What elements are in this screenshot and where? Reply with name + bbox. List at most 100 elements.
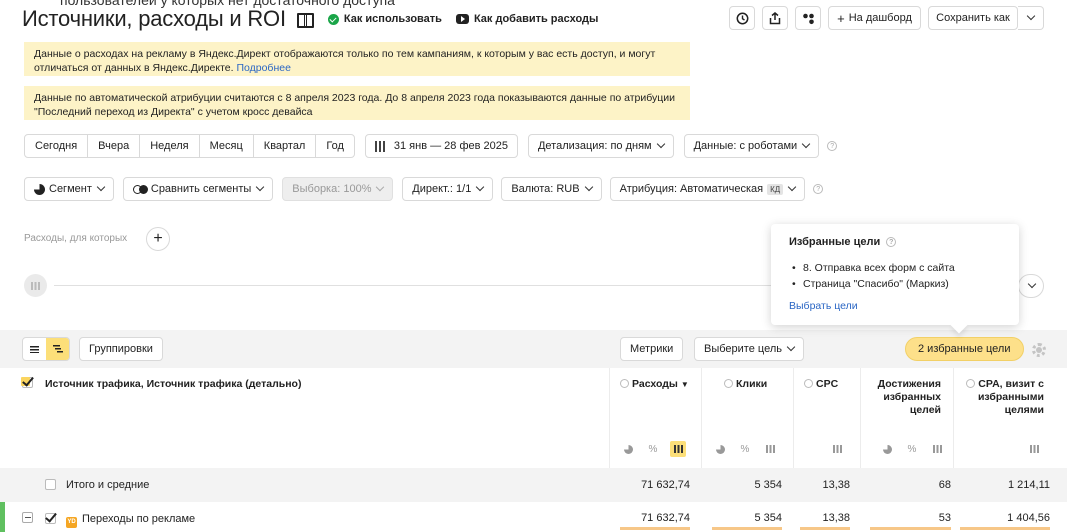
book-icon[interactable] xyxy=(296,11,314,28)
ads-row-label: YD Переходы по рекламе xyxy=(66,513,195,528)
total-expenses: 71 632,74 xyxy=(641,479,690,491)
select-all-checkbox[interactable] xyxy=(21,377,33,391)
chevron-down-icon xyxy=(376,182,385,192)
more-link[interactable]: Подробнее xyxy=(236,62,290,74)
pie-view-button[interactable] xyxy=(712,441,728,457)
percent-view-button[interactable]: % xyxy=(737,441,753,457)
percent-view-button[interactable]: % xyxy=(904,441,920,457)
date-range-button[interactable]: 31 янв — 28 фев 2025 xyxy=(364,134,518,158)
column-cpa[interactable]: CPA, визит с избранными целями xyxy=(958,378,1044,417)
date-range-label: 31 янв — 28 фев 2025 xyxy=(393,140,508,152)
to-dashboard-button[interactable]: + На дашборд xyxy=(828,6,921,30)
pie-view-button[interactable] xyxy=(879,441,895,457)
timeline-dropdown[interactable] xyxy=(1018,274,1044,298)
table-settings-button[interactable] xyxy=(1032,343,1046,357)
add-expenses-filter-button[interactable]: + xyxy=(146,227,170,251)
tree-view-button[interactable] xyxy=(46,338,69,360)
attribution-label: Атрибуция: Автоматическая xyxy=(619,183,764,195)
clicks-underline xyxy=(712,527,782,530)
clock-icon xyxy=(804,379,813,388)
expenses-underline xyxy=(620,527,690,530)
bar-view-button[interactable] xyxy=(762,441,778,457)
pie-view-button[interactable] xyxy=(620,441,636,457)
goal-item: Страница "Спасибо" (Маркиз) xyxy=(789,276,1001,292)
clock-icon xyxy=(966,379,976,388)
nodes-button[interactable] xyxy=(795,6,821,30)
ads-row-checkbox[interactable] xyxy=(45,513,56,527)
list-icon xyxy=(30,345,39,353)
bar-view-button[interactable] xyxy=(829,441,845,457)
choose-goal-select[interactable]: Выберите цель xyxy=(694,337,804,361)
column-expenses[interactable]: Расходы ▼ xyxy=(620,378,689,391)
page-title: Источники, расходы и ROI xyxy=(22,6,286,31)
history-button[interactable] xyxy=(729,6,755,30)
period-today[interactable]: Сегодня xyxy=(25,135,89,157)
clock-icon xyxy=(724,379,733,388)
chevron-down-icon xyxy=(476,182,485,192)
ads-cpa: 1 404,56 xyxy=(1007,512,1050,524)
achievements-view-icons: % xyxy=(879,441,945,457)
groupings-label: Группировки xyxy=(89,343,153,355)
total-cpa: 1 214,11 xyxy=(1007,479,1050,491)
attribution-select[interactable]: Атрибуция: Автоматическая КД xyxy=(609,177,806,201)
period-quarter[interactable]: Квартал xyxy=(254,135,317,157)
chevron-down-icon xyxy=(1026,11,1035,21)
column-achievements[interactable]: Достижения избранных целей xyxy=(866,378,941,417)
favorite-goals-label: 2 избранные цели xyxy=(918,343,1011,355)
period-yesterday[interactable]: Вчера xyxy=(88,135,141,157)
period-buttons: Сегодня Вчера Неделя Месяц Квартал Год xyxy=(24,134,355,158)
column-cpc[interactable]: CPC xyxy=(804,378,838,391)
help-icon[interactable]: ? xyxy=(813,184,824,194)
help-icon[interactable]: ? xyxy=(827,141,838,151)
choose-goals-link[interactable]: Выбрать цели xyxy=(789,300,1001,312)
period-week[interactable]: Неделя xyxy=(140,135,200,157)
gear-icon xyxy=(1032,343,1046,357)
detail-label: Детализация: по дням xyxy=(537,140,652,152)
how-to-use-link[interactable]: Как использовать xyxy=(327,13,442,25)
currency-select[interactable]: Валюта: RUB xyxy=(501,177,602,201)
save-as-button[interactable]: Сохранить как xyxy=(928,6,1018,30)
total-cpc: 13,38 xyxy=(822,479,850,491)
bar-chart-icon xyxy=(31,281,40,290)
sample-select[interactable]: Выборка: 100% xyxy=(282,177,394,201)
how-to-add-expenses-link[interactable]: Как добавить расходы xyxy=(455,13,598,25)
period-year[interactable]: Год xyxy=(316,135,354,157)
ads-achievements: 53 xyxy=(938,512,951,524)
data-select[interactable]: Данные: с роботами xyxy=(683,134,820,158)
choose-goal-label: Выберите цель xyxy=(704,343,782,355)
chart-toggle-button[interactable] xyxy=(24,274,47,297)
help-icon[interactable]: ? xyxy=(886,237,897,247)
total-row-checkbox[interactable] xyxy=(45,479,56,493)
period-month[interactable]: Месяц xyxy=(200,135,254,157)
sort-desc-icon: ▼ xyxy=(680,380,689,389)
expenses-view-icons: % xyxy=(620,441,686,457)
metrics-button[interactable]: Метрики xyxy=(620,337,684,361)
attribution-badge: КД xyxy=(767,183,784,195)
groupings-button[interactable]: Группировки xyxy=(79,337,163,361)
nodes-icon xyxy=(802,13,814,24)
filters-row: Сегмент Сравнить сегменты Выборка: 100% … xyxy=(24,177,824,201)
percent-icon: % xyxy=(648,443,658,455)
export-button[interactable] xyxy=(762,6,788,30)
bar-chart-icon xyxy=(673,445,683,453)
detail-select[interactable]: Детализация: по дням xyxy=(527,134,674,158)
bar-view-button[interactable] xyxy=(1026,441,1042,457)
share-icon xyxy=(769,11,781,24)
compare-segments-button[interactable]: Сравнить сегменты xyxy=(122,177,274,201)
favorite-goals-button[interactable]: 2 избранные цели xyxy=(905,337,1024,361)
save-as-dropdown[interactable] xyxy=(1018,6,1044,30)
column-dimension[interactable]: Источник трафика, Источник трафика (дета… xyxy=(45,378,301,391)
clock-icon xyxy=(736,12,748,24)
direct-select[interactable]: Директ.: 1/1 xyxy=(402,177,494,201)
collapse-row-button[interactable] xyxy=(22,512,33,523)
column-clicks[interactable]: Клики xyxy=(724,378,767,391)
segment-button[interactable]: Сегмент xyxy=(24,177,114,201)
column-cpa-label: CPA, визит с избранными целями xyxy=(977,378,1044,416)
percent-view-button[interactable]: % xyxy=(645,441,661,457)
bar-view-button[interactable] xyxy=(929,441,945,457)
list-view-button[interactable] xyxy=(23,338,46,360)
bar-chart-icon xyxy=(765,445,775,453)
bar-view-button[interactable] xyxy=(670,441,686,457)
metrics-label: Метрики xyxy=(630,343,674,355)
chevron-down-icon xyxy=(1027,279,1037,289)
